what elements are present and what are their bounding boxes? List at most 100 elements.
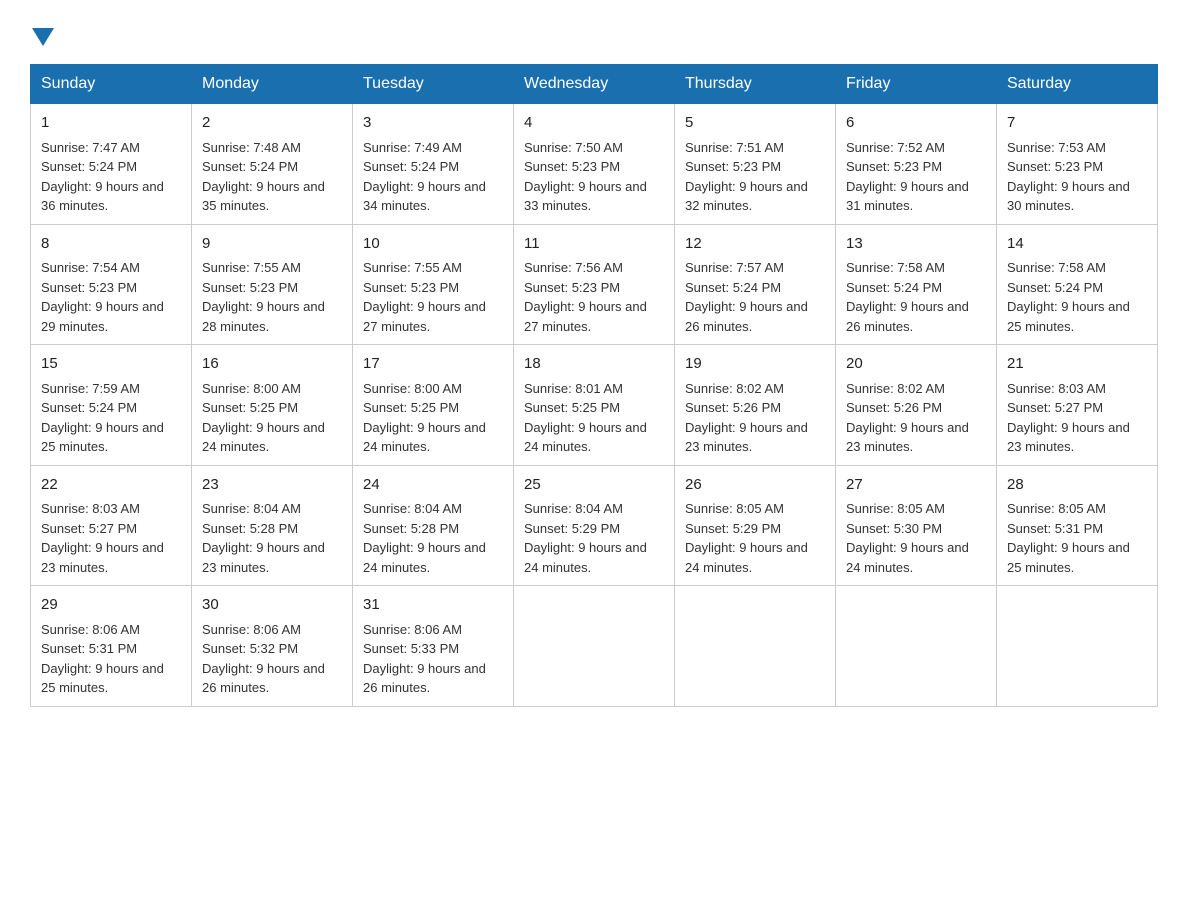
day-info: Sunrise: 7:53 AMSunset: 5:23 PMDaylight:… — [1007, 140, 1130, 214]
calendar-cell: 5 Sunrise: 7:51 AMSunset: 5:23 PMDaylight… — [675, 104, 836, 225]
day-number: 20 — [846, 353, 986, 376]
calendar-cell: 11Sunrise: 7:56 AMSunset: 5:23 PMDayligh… — [514, 224, 675, 345]
day-info: Sunrise: 8:03 AMSunset: 5:27 PMDaylight:… — [41, 501, 164, 575]
calendar-week-row: 8 Sunrise: 7:54 AMSunset: 5:23 PMDaylight… — [31, 224, 1158, 345]
calendar-cell: 13 Sunrise: 7:58 AMSunset: 5:24 PMDayligh… — [836, 224, 997, 345]
calendar-cell: 30Sunrise: 8:06 AMSunset: 5:32 PMDayligh… — [192, 586, 353, 707]
logo-arrow-icon — [32, 28, 54, 46]
calendar-week-row: 22 Sunrise: 8:03 AMSunset: 5:27 PMDayligh… — [31, 465, 1158, 586]
day-number: 31 — [363, 594, 503, 617]
day-number: 24 — [363, 474, 503, 497]
day-info: Sunrise: 7:54 AMSunset: 5:23 PMDaylight:… — [41, 260, 164, 334]
calendar-cell: 31 Sunrise: 8:06 AMSunset: 5:33 PMDayligh… — [353, 586, 514, 707]
day-info: Sunrise: 8:04 AMSunset: 5:28 PMDaylight:… — [202, 501, 325, 575]
day-info: Sunrise: 7:59 AMSunset: 5:24 PMDaylight:… — [41, 381, 164, 455]
day-number: 12 — [685, 233, 825, 256]
day-number: 2 — [202, 112, 342, 135]
day-info: Sunrise: 7:58 AMSunset: 5:24 PMDaylight:… — [846, 260, 969, 334]
day-number: 16 — [202, 353, 342, 376]
day-number: 28 — [1007, 474, 1147, 497]
day-number: 5 — [685, 112, 825, 135]
column-header-monday: Monday — [192, 65, 353, 104]
day-number: 6 — [846, 112, 986, 135]
day-info: Sunrise: 8:04 AMSunset: 5:29 PMDaylight:… — [524, 501, 647, 575]
day-info: Sunrise: 8:01 AMSunset: 5:25 PMDaylight:… — [524, 381, 647, 455]
day-info: Sunrise: 7:48 AMSunset: 5:24 PMDaylight:… — [202, 140, 325, 214]
calendar-cell: 23 Sunrise: 8:04 AMSunset: 5:28 PMDayligh… — [192, 465, 353, 586]
calendar-header-row: SundayMondayTuesdayWednesdayThursdayFrid… — [31, 65, 1158, 104]
calendar-cell: 19 Sunrise: 8:02 AMSunset: 5:26 PMDayligh… — [675, 345, 836, 466]
calendar-week-row: 29 Sunrise: 8:06 AMSunset: 5:31 PMDayligh… — [31, 586, 1158, 707]
day-info: Sunrise: 8:05 AMSunset: 5:29 PMDaylight:… — [685, 501, 808, 575]
calendar-cell: 3Sunrise: 7:49 AMSunset: 5:24 PMDaylight… — [353, 104, 514, 225]
column-header-saturday: Saturday — [997, 65, 1158, 104]
day-number: 11 — [524, 233, 664, 256]
day-number: 23 — [202, 474, 342, 497]
calendar-cell: 6 Sunrise: 7:52 AMSunset: 5:23 PMDaylight… — [836, 104, 997, 225]
calendar-cell: 1 Sunrise: 7:47 AMSunset: 5:24 PMDaylight… — [31, 104, 192, 225]
day-number: 1 — [41, 112, 181, 135]
calendar-cell: 18 Sunrise: 8:01 AMSunset: 5:25 PMDayligh… — [514, 345, 675, 466]
day-number: 25 — [524, 474, 664, 497]
day-number: 18 — [524, 353, 664, 376]
day-number: 19 — [685, 353, 825, 376]
calendar-week-row: 15 Sunrise: 7:59 AMSunset: 5:24 PMDayligh… — [31, 345, 1158, 466]
day-info: Sunrise: 8:06 AMSunset: 5:33 PMDaylight:… — [363, 622, 486, 696]
day-number: 17 — [363, 353, 503, 376]
calendar-cell — [997, 586, 1158, 707]
day-number: 7 — [1007, 112, 1147, 135]
day-number: 9 — [202, 233, 342, 256]
day-number: 15 — [41, 353, 181, 376]
calendar-cell: 21Sunrise: 8:03 AMSunset: 5:27 PMDayligh… — [997, 345, 1158, 466]
day-info: Sunrise: 7:52 AMSunset: 5:23 PMDaylight:… — [846, 140, 969, 214]
calendar-cell: 16 Sunrise: 8:00 AMSunset: 5:25 PMDayligh… — [192, 345, 353, 466]
day-info: Sunrise: 8:00 AMSunset: 5:25 PMDaylight:… — [202, 381, 325, 455]
day-info: Sunrise: 7:51 AMSunset: 5:23 PMDaylight:… — [685, 140, 808, 214]
day-info: Sunrise: 7:55 AMSunset: 5:23 PMDaylight:… — [363, 260, 486, 334]
day-info: Sunrise: 8:02 AMSunset: 5:26 PMDaylight:… — [685, 381, 808, 455]
day-info: Sunrise: 8:06 AMSunset: 5:31 PMDaylight:… — [41, 622, 164, 696]
day-info: Sunrise: 7:57 AMSunset: 5:24 PMDaylight:… — [685, 260, 808, 334]
column-header-sunday: Sunday — [31, 65, 192, 104]
day-info: Sunrise: 8:05 AMSunset: 5:31 PMDaylight:… — [1007, 501, 1130, 575]
day-number: 4 — [524, 112, 664, 135]
calendar-cell: 9 Sunrise: 7:55 AMSunset: 5:23 PMDaylight… — [192, 224, 353, 345]
day-info: Sunrise: 7:55 AMSunset: 5:23 PMDaylight:… — [202, 260, 325, 334]
day-info: Sunrise: 8:00 AMSunset: 5:25 PMDaylight:… — [363, 381, 486, 455]
calendar-cell: 20 Sunrise: 8:02 AMSunset: 5:26 PMDayligh… — [836, 345, 997, 466]
column-header-thursday: Thursday — [675, 65, 836, 104]
day-info: Sunrise: 7:50 AMSunset: 5:23 PMDaylight:… — [524, 140, 647, 214]
calendar-cell: 14Sunrise: 7:58 AMSunset: 5:24 PMDayligh… — [997, 224, 1158, 345]
calendar-cell: 10 Sunrise: 7:55 AMSunset: 5:23 PMDayligh… — [353, 224, 514, 345]
calendar-cell: 17 Sunrise: 8:00 AMSunset: 5:25 PMDayligh… — [353, 345, 514, 466]
day-number: 27 — [846, 474, 986, 497]
column-header-friday: Friday — [836, 65, 997, 104]
calendar-cell: 29 Sunrise: 8:06 AMSunset: 5:31 PMDayligh… — [31, 586, 192, 707]
column-header-tuesday: Tuesday — [353, 65, 514, 104]
calendar-cell: 15 Sunrise: 7:59 AMSunset: 5:24 PMDayligh… — [31, 345, 192, 466]
day-number: 29 — [41, 594, 181, 617]
day-number: 8 — [41, 233, 181, 256]
day-info: Sunrise: 8:04 AMSunset: 5:28 PMDaylight:… — [363, 501, 486, 575]
logo — [30, 20, 54, 46]
day-number: 22 — [41, 474, 181, 497]
calendar-cell: 7 Sunrise: 7:53 AMSunset: 5:23 PMDaylight… — [997, 104, 1158, 225]
calendar-cell: 12 Sunrise: 7:57 AMSunset: 5:24 PMDayligh… — [675, 224, 836, 345]
calendar-cell: 4 Sunrise: 7:50 AMSunset: 5:23 PMDaylight… — [514, 104, 675, 225]
day-info: Sunrise: 7:58 AMSunset: 5:24 PMDaylight:… — [1007, 260, 1130, 334]
day-number: 26 — [685, 474, 825, 497]
calendar-cell: 24 Sunrise: 8:04 AMSunset: 5:28 PMDayligh… — [353, 465, 514, 586]
page-header — [30, 20, 1158, 46]
calendar-week-row: 1 Sunrise: 7:47 AMSunset: 5:24 PMDaylight… — [31, 104, 1158, 225]
day-info: Sunrise: 7:47 AMSunset: 5:24 PMDaylight:… — [41, 140, 164, 214]
calendar-cell: 2 Sunrise: 7:48 AMSunset: 5:24 PMDaylight… — [192, 104, 353, 225]
day-number: 10 — [363, 233, 503, 256]
day-info: Sunrise: 8:02 AMSunset: 5:26 PMDaylight:… — [846, 381, 969, 455]
day-number: 13 — [846, 233, 986, 256]
calendar-cell: 26 Sunrise: 8:05 AMSunset: 5:29 PMDayligh… — [675, 465, 836, 586]
calendar-cell — [836, 586, 997, 707]
calendar-cell — [514, 586, 675, 707]
calendar-cell: 27Sunrise: 8:05 AMSunset: 5:30 PMDayligh… — [836, 465, 997, 586]
day-info: Sunrise: 7:49 AMSunset: 5:24 PMDaylight:… — [363, 140, 486, 214]
day-number: 30 — [202, 594, 342, 617]
